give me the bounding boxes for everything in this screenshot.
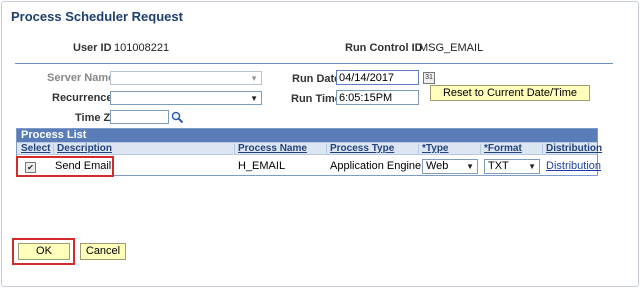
column-header-process-type[interactable]: Process Type [330, 143, 394, 155]
column-separator [234, 144, 235, 154]
chevron-down-icon: ▼ [250, 74, 258, 83]
run-time-label: Run Time [291, 93, 341, 105]
column-header-format[interactable]: *Format [484, 143, 522, 155]
recurrence-select[interactable]: ▼ [110, 91, 262, 105]
process-list-title: Process List [17, 129, 597, 142]
type-select[interactable]: Web ▼ [422, 159, 478, 174]
user-id-label: User ID [73, 42, 112, 54]
search-icon[interactable] [171, 111, 184, 124]
format-select-value: TXT [488, 160, 509, 172]
user-id-value: 101008221 [114, 42, 170, 54]
chevron-down-icon: ▼ [466, 162, 474, 171]
highlight-box [12, 238, 75, 265]
column-header-type[interactable]: *Type [422, 143, 449, 155]
format-select[interactable]: TXT ▼ [484, 159, 540, 174]
chevron-down-icon: ▼ [250, 94, 258, 103]
column-separator [542, 144, 543, 154]
column-header-process-name[interactable]: Process Name [238, 143, 307, 155]
type-select-value: Web [426, 160, 449, 172]
calendar-icon[interactable]: 31 [423, 72, 435, 84]
column-separator [53, 144, 54, 154]
highlight-box [16, 156, 114, 177]
column-header-distribution[interactable]: Distribution [546, 143, 602, 155]
process-list-header: Select Description Process Name Process … [17, 142, 602, 155]
process-type-cell: Application Engine [330, 160, 422, 172]
run-control-value: MSG_EMAIL [419, 42, 484, 54]
column-separator [418, 144, 419, 154]
column-separator [480, 144, 481, 154]
server-name-label: Server Name [47, 72, 115, 84]
server-name-select[interactable]: ▼ [110, 71, 262, 85]
distribution-link[interactable]: Distribution [546, 160, 601, 172]
run-control-label: Run Control ID [345, 42, 423, 54]
reset-date-time-button[interactable]: Reset to Current Date/Time [430, 85, 590, 101]
page-title: Process Scheduler Request [11, 9, 183, 24]
time-zone-input[interactable] [110, 110, 169, 124]
cancel-button[interactable]: Cancel [80, 243, 126, 260]
run-date-input[interactable] [336, 70, 419, 85]
column-separator [326, 144, 327, 154]
run-time-input[interactable] [336, 90, 419, 105]
header-divider [15, 63, 613, 64]
process-name-cell: H_EMAIL [238, 160, 286, 172]
column-header-description[interactable]: Description [57, 143, 112, 155]
run-date-label: Run Date [292, 73, 341, 85]
chevron-down-icon: ▼ [528, 162, 536, 171]
recurrence-label: Recurrence [52, 92, 113, 104]
column-header-select[interactable]: Select [21, 143, 50, 155]
